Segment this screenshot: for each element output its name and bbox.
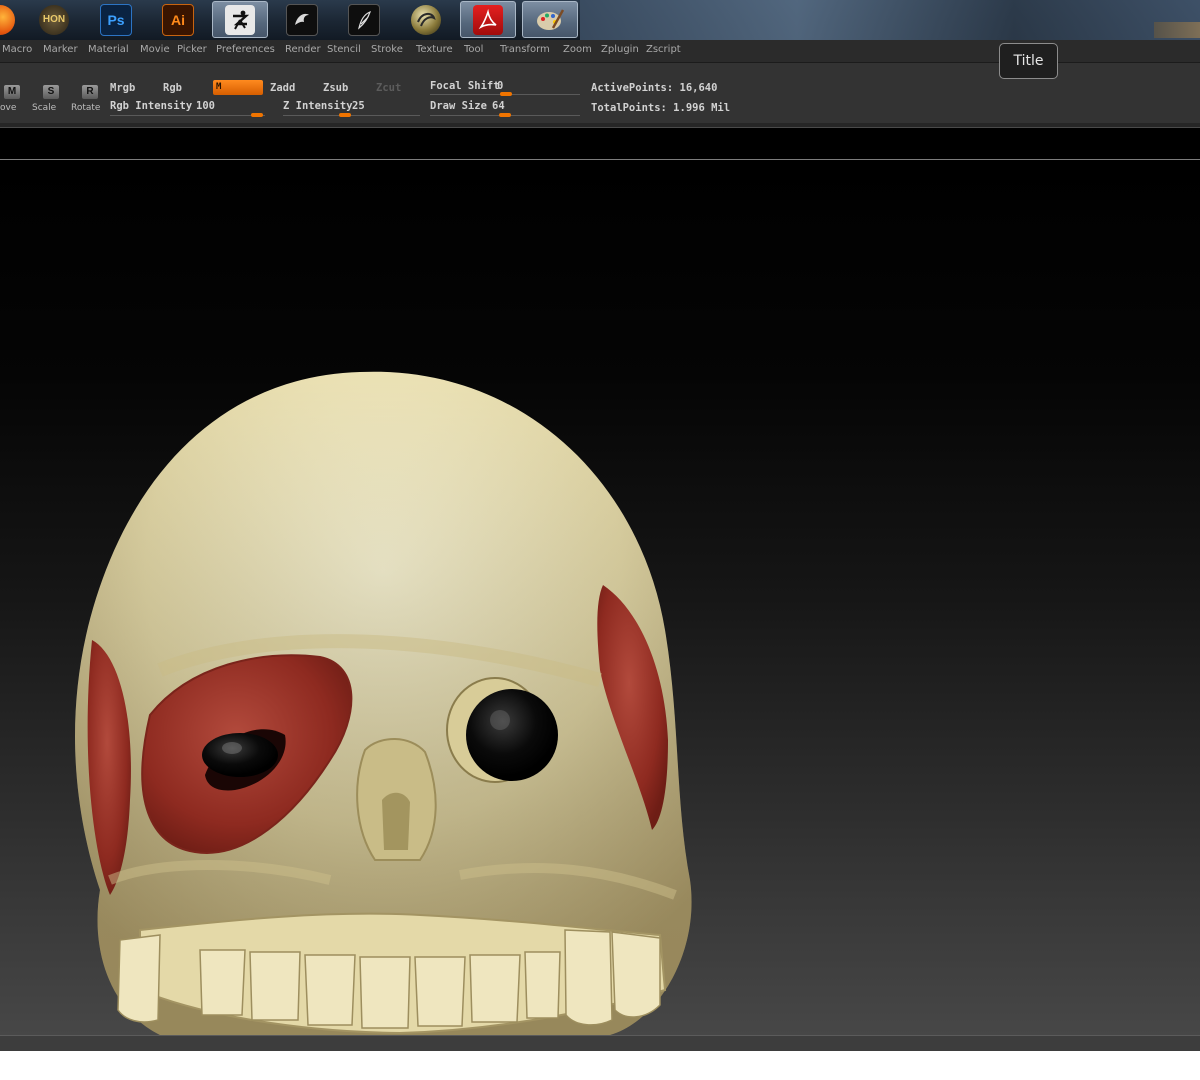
menu-zplugin[interactable]: Zplugin [601,44,639,55]
rgb-button[interactable]: Rgb [163,82,182,94]
taskbar: HON Ps Ai [0,0,1200,41]
illustrator-icon-label: Ai [171,11,185,28]
m-button[interactable]: M [213,80,263,95]
scale-label: Scale [32,103,57,113]
scale-button[interactable]: S [43,85,59,99]
menu-material[interactable]: Material [88,44,129,55]
canvas-header-band [0,128,1200,159]
rotate-label: Rotate [71,103,101,113]
menu-preferences[interactable]: Preferences [216,44,275,55]
taskbar-photoshop[interactable]: Ps [88,1,144,38]
wallpaper-glow [1154,22,1200,38]
rgb-intensity-handle[interactable] [251,113,263,117]
rgb-intensity-label: Rgb Intensity [110,100,193,112]
focal-shift-handle[interactable] [500,92,512,96]
taskbar-firefox[interactable] [0,1,28,38]
taskbar-illustrator[interactable]: Ai [150,1,206,38]
zbrush-icon [225,4,255,35]
z-intensity-handle[interactable] [339,113,351,117]
focal-shift-label: Focal Shift [430,80,500,92]
mrgb-button[interactable]: Mrgb [110,82,135,94]
dolphin-icon [286,3,318,36]
sphere-icon [411,4,441,35]
zbrush-figure-icon [233,10,250,29]
paint-palette-icon [535,5,565,35]
hon-icon-label: HON [42,14,66,25]
menu-stencil[interactable]: Stencil [327,44,361,55]
acrobat-icon [473,4,503,35]
menu-movie[interactable]: Movie [140,44,170,55]
taskbar-paint[interactable] [522,1,578,38]
menu-marker[interactable]: Marker [43,44,78,55]
move-button[interactable]: M [4,85,20,99]
canvas-bottom-bar [0,1035,1200,1051]
feather-icon [348,3,380,36]
z-intensity-value: 25 [352,100,365,112]
menu-zoom[interactable]: Zoom [563,44,592,55]
taskbar-acrobat[interactable] [460,1,516,38]
menu-render[interactable]: Render [285,44,321,55]
rgb-intensity-slider[interactable] [110,115,265,116]
taskbar-hon[interactable]: HON [26,1,82,38]
zcut-button: Zcut [376,82,402,94]
move-label: ove [0,103,17,113]
document-canvas[interactable] [0,160,1200,1035]
menu-texture[interactable]: Texture [416,44,453,55]
taskbar-sphere-app[interactable] [398,1,454,38]
firefox-icon [0,4,15,35]
rgb-intensity-value: 100 [196,100,215,112]
menu-picker[interactable]: Picker [177,44,207,55]
skull-model[interactable] [0,160,1200,1035]
total-points: TotalPoints: 1.996 Mil [591,102,731,114]
hon-icon: HON [39,4,69,35]
draw-size-label: Draw Size [430,100,487,112]
rotate-button[interactable]: R [82,85,98,99]
menu-tool[interactable]: Tool [464,44,483,55]
desktop-wallpaper [580,0,1200,40]
menu-macro[interactable]: Macro [2,44,32,55]
zsub-button[interactable]: Zsub [323,82,348,94]
menu-stroke[interactable]: Stroke [371,44,403,55]
zadd-button[interactable]: Zadd [270,82,295,94]
photoshop-icon: Ps [100,3,132,36]
menu-zscript[interactable]: Zscript [646,44,681,55]
z-intensity-label: Z Intensity [283,100,353,112]
active-points: ActivePoints: 16,640 [591,82,718,94]
taskbar-zbrush[interactable] [212,1,268,38]
taskbar-feather-app[interactable] [336,1,392,38]
focal-shift-value: 0 [497,80,504,92]
menu-transform[interactable]: Transform [500,44,550,55]
taskbar-dolphin-app[interactable] [274,1,330,38]
z-intensity-slider[interactable] [283,115,420,116]
title-tooltip: Title [999,43,1058,79]
left-eyeball [202,733,278,777]
draw-size-value: 64 [492,100,505,112]
draw-size-handle[interactable] [499,113,511,117]
illustrator-icon: Ai [162,3,194,36]
right-eyeball [466,689,558,781]
photoshop-icon-label: Ps [107,11,125,28]
